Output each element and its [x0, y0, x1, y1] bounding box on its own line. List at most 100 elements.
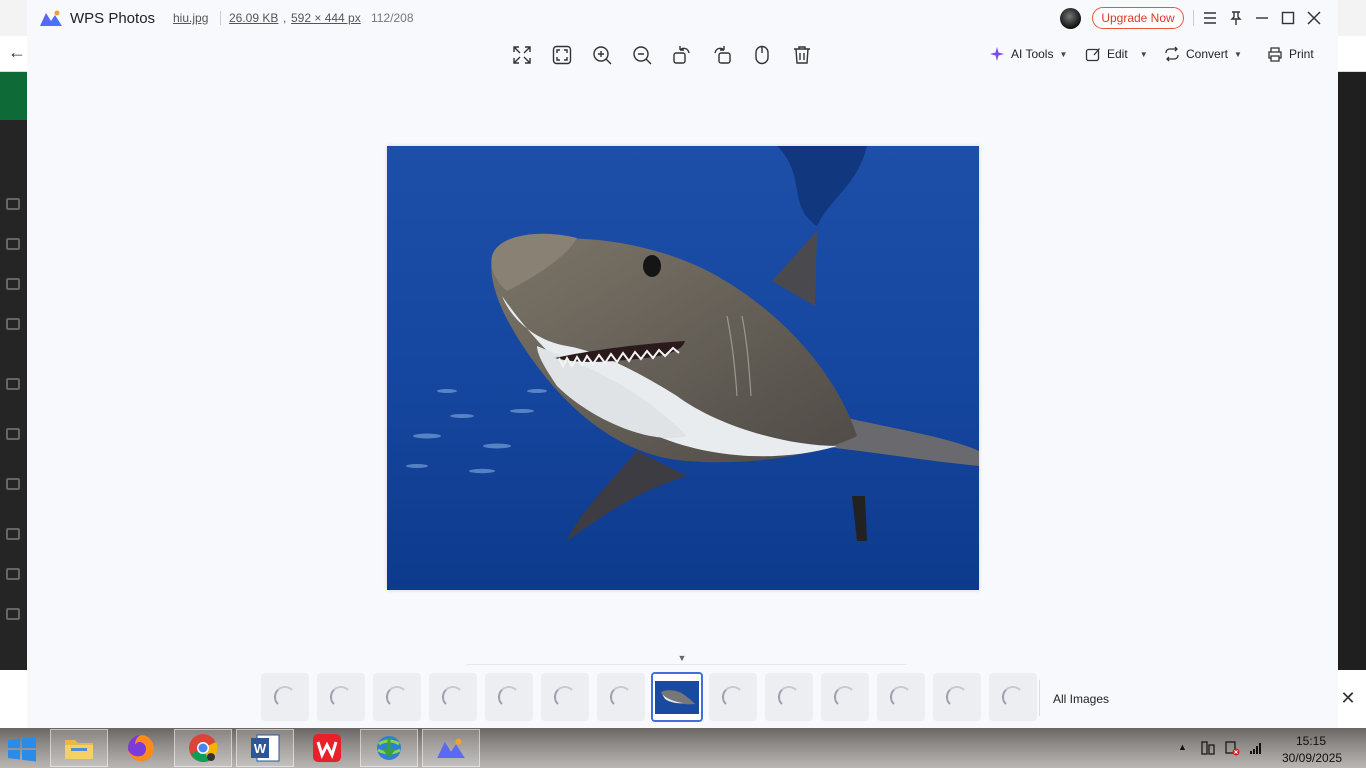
- loading-spinner-icon: [834, 686, 856, 708]
- minimize-icon[interactable]: [1253, 9, 1271, 27]
- svg-text:W: W: [254, 741, 267, 756]
- network-disconnected-icon[interactable]: [1224, 740, 1240, 756]
- divider: [1039, 680, 1040, 716]
- sidebar-icon[interactable]: [6, 608, 20, 620]
- sidebar-icon[interactable]: [6, 198, 20, 210]
- background-sidebar: [0, 120, 28, 670]
- menu-icon[interactable]: [1201, 9, 1219, 27]
- upgrade-now-button[interactable]: Upgrade Now: [1092, 7, 1184, 29]
- back-arrow-icon[interactable]: ←: [8, 42, 28, 62]
- taskbar-wps-office[interactable]: [298, 729, 356, 767]
- thumbnail-active[interactable]: [651, 672, 703, 722]
- taskbar-firefox[interactable]: [112, 729, 170, 767]
- edit-label: Edit: [1107, 47, 1128, 61]
- ai-tools-menu[interactable]: AI Tools ▼: [989, 44, 1067, 64]
- rotate-left-icon[interactable]: [671, 44, 693, 66]
- rotate-right-icon[interactable]: [711, 44, 733, 66]
- taskbar-file-explorer[interactable]: [50, 729, 108, 767]
- thumbnail-loading[interactable]: [541, 673, 589, 721]
- device-icon[interactable]: [1200, 740, 1216, 756]
- taskbar-chrome[interactable]: [174, 729, 232, 767]
- title-bar: WPS Photos hiu.jpg 26.09 KB , 592 × 444 …: [27, 0, 1338, 36]
- sidebar-icon[interactable]: [6, 378, 20, 390]
- loading-spinner-icon: [610, 686, 632, 708]
- convert-label: Convert: [1186, 47, 1229, 61]
- loading-spinner-icon: [890, 686, 912, 708]
- all-images-link[interactable]: All Images: [1053, 692, 1109, 706]
- loading-spinner-icon: [946, 686, 968, 708]
- edit-menu[interactable]: Edit ▼: [1085, 44, 1148, 64]
- folder-icon: [65, 740, 93, 759]
- chevron-down-icon: ▼: [1234, 49, 1242, 59]
- show-hidden-icons-icon[interactable]: ▲: [1178, 742, 1187, 752]
- thumbnail-loading[interactable]: [485, 673, 533, 721]
- mouse-icon[interactable]: [751, 44, 773, 66]
- signal-icon[interactable]: [1248, 740, 1264, 756]
- thumbnail-loading[interactable]: [261, 673, 309, 721]
- separator-comma: ,: [283, 11, 287, 25]
- loading-spinner-icon: [442, 686, 464, 708]
- chevron-down-icon: ▼: [1139, 49, 1148, 59]
- main-image[interactable]: [387, 146, 979, 590]
- loading-spinner-icon: [386, 686, 408, 708]
- convert-menu[interactable]: Convert ▼: [1164, 44, 1242, 64]
- loading-spinner-icon: [330, 686, 352, 708]
- thumbnail-loading[interactable]: [821, 673, 869, 721]
- chrome-icon: [189, 734, 218, 763]
- thumbnail-loading[interactable]: [429, 673, 477, 721]
- sparkle-icon: [990, 47, 1004, 61]
- sidebar-icon[interactable]: [6, 238, 20, 250]
- thumbnail-loading[interactable]: [877, 673, 925, 721]
- download-manager-icon: [377, 736, 401, 760]
- print-button[interactable]: Print: [1267, 44, 1314, 64]
- file-name-link[interactable]: hiu.jpg: [173, 11, 208, 25]
- file-size-link[interactable]: 26.09 KB: [229, 11, 278, 25]
- wps-photos-icon: [437, 738, 465, 758]
- sidebar-icon[interactable]: [6, 478, 20, 490]
- sidebar-icon[interactable]: [6, 568, 20, 580]
- fullscreen-icon[interactable]: [511, 44, 533, 66]
- fit-to-window-icon[interactable]: [551, 44, 573, 66]
- loading-spinner-icon: [778, 686, 800, 708]
- thumbnail-loading[interactable]: [989, 673, 1037, 721]
- printer-icon: [1268, 47, 1282, 62]
- loading-spinner-icon: [554, 686, 576, 708]
- taskbar-internet-download-manager[interactable]: [360, 729, 418, 767]
- word-icon: W: [251, 734, 280, 762]
- taskbar-word[interactable]: W: [236, 729, 294, 767]
- pin-icon[interactable]: [1227, 9, 1245, 27]
- ai-tools-label: AI Tools: [1011, 47, 1054, 61]
- loading-spinner-icon: [274, 686, 296, 708]
- shark-thumbnail: [653, 674, 701, 720]
- thumbnail-loading[interactable]: [709, 673, 757, 721]
- avatar[interactable]: [1060, 8, 1081, 29]
- zoom-out-icon[interactable]: [631, 44, 653, 66]
- taskbar-wps-photos[interactable]: [422, 729, 480, 767]
- sidebar-icon[interactable]: [6, 278, 20, 290]
- clock-date[interactable]: 30/09/2025: [1282, 751, 1342, 765]
- sidebar-icon[interactable]: [6, 528, 20, 540]
- sidebar-icon[interactable]: [6, 428, 20, 440]
- sidebar-icon[interactable]: [6, 318, 20, 330]
- file-dimensions-link[interactable]: 592 × 444 px: [291, 11, 361, 25]
- close-icon[interactable]: [1305, 9, 1323, 27]
- thumbnail-loading[interactable]: [933, 673, 981, 721]
- taskbar: W ▲: [0, 728, 1366, 768]
- thumbnail-loading[interactable]: [765, 673, 813, 721]
- thumbnail-loading[interactable]: [317, 673, 365, 721]
- collapse-filmstrip-icon[interactable]: ▼: [673, 652, 691, 664]
- shark-photo: [387, 146, 979, 590]
- maximize-icon[interactable]: [1279, 9, 1297, 27]
- convert-icon: [1165, 46, 1179, 62]
- delete-icon[interactable]: [791, 44, 813, 66]
- clock-time[interactable]: 15:15: [1296, 734, 1326, 748]
- divider: [1193, 10, 1194, 26]
- filmstrip-divider: [467, 664, 907, 665]
- windows-start-icon[interactable]: [6, 736, 38, 762]
- close-icon[interactable]: ✕: [1338, 688, 1358, 708]
- firefox-icon: [128, 735, 154, 761]
- thumbnail-loading[interactable]: [373, 673, 421, 721]
- zoom-in-icon[interactable]: [591, 44, 613, 66]
- thumbnail-loading[interactable]: [597, 673, 645, 721]
- wps-photos-logo-icon: [40, 10, 62, 26]
